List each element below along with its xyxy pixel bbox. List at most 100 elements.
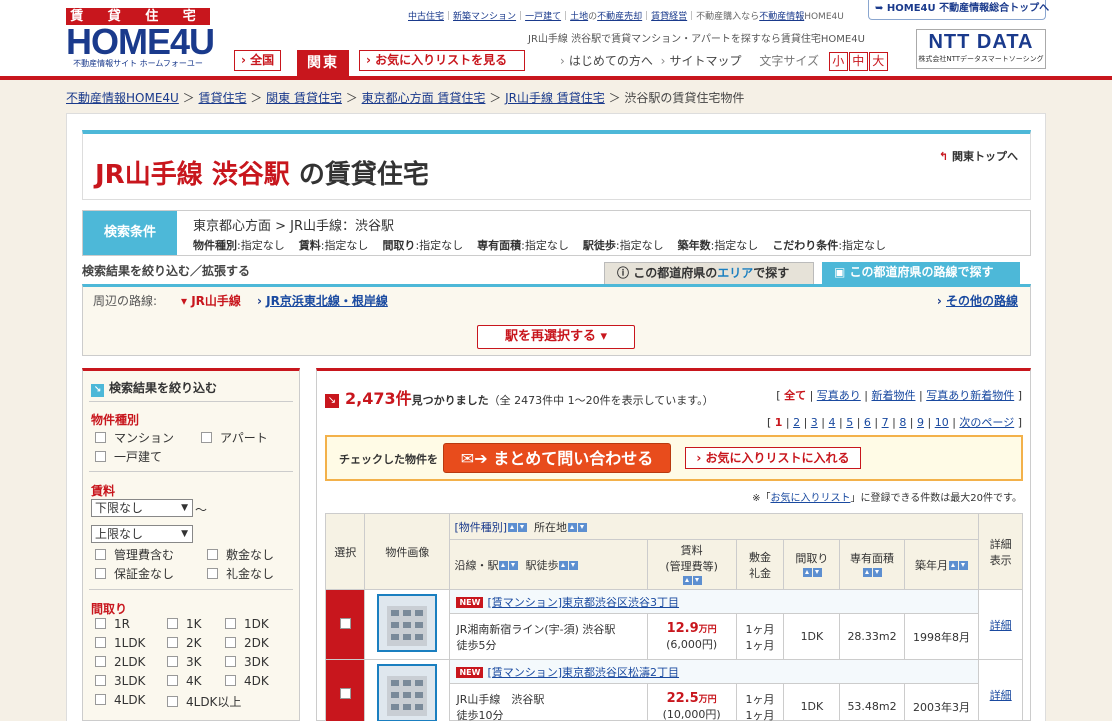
- sort-up-icon[interactable]: [949, 560, 959, 570]
- reselect-station-button[interactable]: 駅を再選択する ▾: [477, 325, 635, 349]
- property-title-link[interactable]: [賃マンション]東京都渋谷区渋谷3丁目: [487, 596, 679, 609]
- link-land[interactable]: 土地: [570, 12, 588, 22]
- checkbox-box[interactable]: [95, 432, 106, 443]
- sort-up-icon[interactable]: [682, 576, 692, 585]
- layout-checkbox[interactable]: 1DK: [225, 617, 269, 631]
- property-photo[interactable]: [377, 664, 438, 721]
- font-size-large-button[interactable]: 大: [868, 52, 888, 71]
- page-link[interactable]: 9: [917, 416, 924, 429]
- beginner-link[interactable]: はじめての方へ: [569, 54, 653, 68]
- no-deposit-checkbox[interactable]: 敷金なし: [207, 546, 274, 563]
- layout-checkbox[interactable]: 3DK: [225, 655, 269, 669]
- link-detached[interactable]: 一戸建て: [525, 12, 561, 22]
- breadcrumb-rental[interactable]: 賃貸住宅: [198, 91, 246, 105]
- sort-down-icon[interactable]: [578, 522, 588, 532]
- breadcrumb-yamanote[interactable]: JR山手線 賃貸住宅: [505, 91, 605, 105]
- sort-up-icon[interactable]: [508, 522, 518, 532]
- rent-incl-fee-checkbox[interactable]: 管理費含む: [95, 546, 174, 563]
- type-apartment-checkbox[interactable]: アパート: [201, 429, 268, 446]
- row-select-cell[interactable]: [324, 589, 366, 660]
- property-title-link[interactable]: [賃マンション]東京都渋谷区松濤2丁目: [487, 666, 679, 679]
- other-routes-label[interactable]: その他の路線: [946, 294, 1018, 308]
- checkbox-box[interactable]: [225, 656, 236, 667]
- sort-down-icon[interactable]: [873, 568, 883, 577]
- favorites-list-link[interactable]: お気に入りリスト: [770, 493, 850, 504]
- layout-checkbox[interactable]: 1R: [95, 617, 130, 631]
- layout-checkbox[interactable]: 2K: [167, 636, 202, 650]
- checkbox-box[interactable]: [167, 696, 178, 707]
- sort-down-icon[interactable]: [692, 576, 702, 585]
- checkbox-box[interactable]: [95, 675, 106, 686]
- row-select-checkbox[interactable]: [339, 617, 351, 629]
- checkbox-box[interactable]: [95, 568, 106, 579]
- filter-new[interactable]: 新着物件: [872, 389, 916, 402]
- layout-checkbox[interactable]: 4DK: [225, 674, 269, 688]
- breadcrumb-home[interactable]: 不動産情報HOME4U: [66, 91, 179, 105]
- checkbox-box[interactable]: [207, 549, 218, 560]
- tab-search-by-route[interactable]: ▣ この都道府県の路線で探す: [822, 262, 1020, 284]
- checkbox-box[interactable]: [95, 549, 106, 560]
- sort-up-icon[interactable]: [499, 560, 509, 570]
- all-japan-button[interactable]: › 全国: [234, 50, 282, 71]
- checkbox-box[interactable]: [225, 637, 236, 648]
- rent-min-select[interactable]: 下限なし ▼: [91, 499, 193, 517]
- layout-checkbox[interactable]: 3K: [167, 655, 202, 669]
- tab-search-by-area[interactable]: ⓘ この都道府県のエリアで探す: [604, 262, 814, 284]
- link-new-mansion[interactable]: 新築マンション: [453, 12, 516, 22]
- checkbox-box[interactable]: [95, 451, 106, 462]
- layout-checkbox[interactable]: 3LDK: [95, 674, 145, 688]
- detail-link[interactable]: 詳細: [990, 619, 1012, 632]
- checkbox-box[interactable]: [95, 618, 106, 629]
- sort-up-icon[interactable]: [802, 568, 812, 577]
- checkbox-box[interactable]: [225, 618, 236, 629]
- other-routes-link[interactable]: › その他の路線: [937, 292, 1018, 309]
- no-key-money-checkbox[interactable]: 礼金なし: [207, 565, 274, 582]
- checkbox-box[interactable]: [95, 694, 106, 705]
- link-used-house[interactable]: 中古住宅: [408, 12, 444, 22]
- page-link[interactable]: 8: [899, 416, 906, 429]
- link-sell[interactable]: 不動産売却: [597, 12, 642, 22]
- home4u-top-link[interactable]: ➥ HOME4U 不動産情報総合トップへ: [868, 0, 1049, 20]
- sort-up-icon[interactable]: [863, 568, 873, 577]
- ntt-data-logo[interactable]: NTT DATA 株式会社NTTデータスマートソーシング: [916, 29, 1046, 69]
- type-mansion-checkbox[interactable]: マンション: [95, 429, 174, 446]
- filter-photo-new[interactable]: 写真あり新着物件: [926, 389, 1014, 402]
- add-to-favorites-button[interactable]: › お気に入りリストに入れる: [685, 447, 861, 469]
- next-page-link[interactable]: 次のページ: [959, 416, 1014, 429]
- layout-checkbox[interactable]: 2DK: [225, 636, 269, 650]
- site-logo[interactable]: 賃 貸 住 宅 HOME4U 不動産情報サイト ホームフォーユー: [66, 8, 215, 70]
- font-size-medium-button[interactable]: 中: [848, 52, 868, 71]
- page-link[interactable]: 4: [829, 416, 836, 429]
- layout-checkbox[interactable]: 4LDK以上: [167, 693, 241, 710]
- sort-down-icon[interactable]: [518, 522, 528, 532]
- page-link[interactable]: 5: [846, 416, 853, 429]
- breadcrumb-tokyo[interactable]: 東京都心方面 賃貸住宅: [362, 91, 486, 105]
- view-favorites-button[interactable]: › お気に入りリストを見る: [359, 50, 525, 71]
- sort-down-icon[interactable]: [569, 560, 579, 570]
- detail-link[interactable]: 詳細: [990, 689, 1012, 702]
- tab-kanto[interactable]: 関東: [297, 50, 349, 76]
- font-size-small-button[interactable]: 小: [828, 52, 848, 71]
- layout-checkbox[interactable]: 4LDK: [95, 693, 145, 707]
- link-rental-management[interactable]: 賃貸経営: [651, 12, 687, 22]
- link-realestate-info[interactable]: 不動産情報: [759, 12, 804, 22]
- sort-down-icon[interactable]: [509, 560, 519, 570]
- checkbox-box[interactable]: [167, 675, 178, 686]
- layout-checkbox[interactable]: 2LDK: [95, 655, 145, 669]
- page-link[interactable]: 3: [811, 416, 818, 429]
- sort-down-icon[interactable]: [812, 568, 822, 577]
- checkbox-box[interactable]: [207, 568, 218, 579]
- checkbox-box[interactable]: [201, 432, 212, 443]
- property-photo[interactable]: [377, 594, 438, 652]
- row-select-cell[interactable]: [324, 659, 366, 721]
- sitemap-link[interactable]: サイトマップ: [669, 54, 741, 68]
- filter-all[interactable]: 全て: [784, 389, 806, 402]
- route-keihin-label[interactable]: JR京浜東北線・根岸線: [266, 294, 388, 308]
- kanto-top-link[interactable]: ↰ 関東トップへ: [939, 148, 1018, 164]
- page-link[interactable]: 2: [793, 416, 800, 429]
- sort-up-icon[interactable]: [568, 522, 578, 532]
- rent-max-select[interactable]: 上限なし ▼: [91, 525, 193, 543]
- layout-checkbox[interactable]: 1K: [167, 617, 202, 631]
- checkbox-box[interactable]: [95, 656, 106, 667]
- row-select-checkbox[interactable]: [339, 687, 351, 699]
